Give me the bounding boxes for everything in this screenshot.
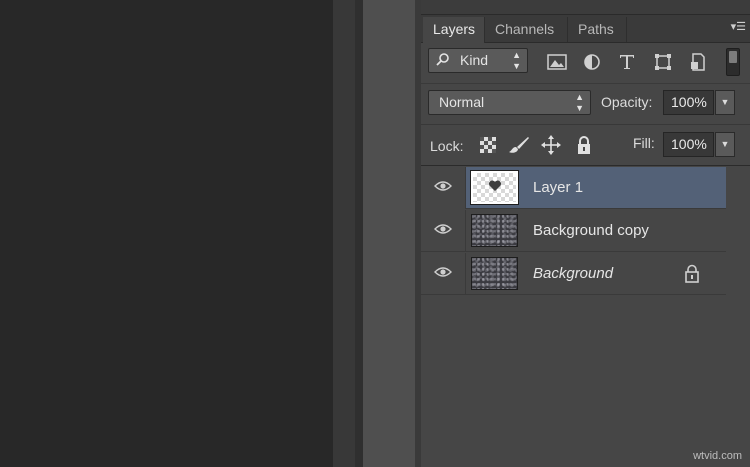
layer-name[interactable]: Background xyxy=(533,265,613,282)
eye-icon xyxy=(434,265,452,283)
watermark: wtvid.com xyxy=(693,450,742,462)
opacity-label: Opacity: xyxy=(601,94,653,110)
opacity-dropdown-button[interactable]: ▼ xyxy=(715,90,735,115)
layer-thumbnail[interactable] xyxy=(471,214,518,247)
fill-input[interactable]: 100% xyxy=(663,132,714,157)
lock-position-icon[interactable] xyxy=(540,134,562,156)
collapsed-panel-dock[interactable] xyxy=(363,0,415,467)
panel-divider xyxy=(333,0,355,467)
layer-row[interactable]: Background xyxy=(421,253,726,295)
image-filter-icon[interactable] xyxy=(546,51,568,73)
layer-name[interactable]: Layer 1 xyxy=(533,179,583,196)
chevron-down-icon: ▼ xyxy=(720,97,730,107)
lock-icon xyxy=(684,264,702,284)
eye-icon xyxy=(434,179,452,197)
panel-divider xyxy=(355,0,363,467)
lock-fill-bar: Lock: Fill: 100% ▼ xyxy=(421,125,750,166)
layer-thumbnail[interactable] xyxy=(471,257,518,290)
filter-kind-label: Kind xyxy=(460,52,489,68)
chevron-down-icon: ▼ xyxy=(720,139,730,149)
panel-header-strip[interactable] xyxy=(421,0,750,15)
blend-mode-value: Normal xyxy=(439,94,485,110)
lock-all-icon[interactable] xyxy=(573,134,595,156)
layer-row[interactable]: Layer 1 xyxy=(421,167,726,209)
panel-menu-icon[interactable]: ▾☰ xyxy=(728,20,746,34)
visibility-toggle[interactable] xyxy=(421,253,466,295)
layer-name[interactable]: Background copy xyxy=(533,222,649,239)
layers-scroll-gutter[interactable] xyxy=(726,166,750,467)
tab-layers[interactable]: Layers xyxy=(423,17,485,43)
chevron-updown-icon: ▲ ▼ xyxy=(512,50,521,71)
filter-kind-select[interactable]: Kind ▲ ▼ xyxy=(428,48,528,73)
lock-image-pixels-icon[interactable] xyxy=(508,134,530,156)
eye-icon xyxy=(434,222,452,240)
lock-transparent-pixels-icon[interactable] xyxy=(477,134,499,156)
search-icon xyxy=(436,49,450,78)
layers-panel: Layers Channels Paths ▾☰ Kind ▲ ▼ Normal… xyxy=(421,0,750,467)
blend-opacity-bar: Normal ▲ ▼ Opacity: 100% ▼ xyxy=(421,84,750,125)
layer-filter-bar: Kind ▲ ▼ xyxy=(421,43,750,84)
panel-tab-bar: Layers Channels Paths ▾☰ xyxy=(421,15,750,43)
fill-label: Fill: xyxy=(633,135,655,151)
visibility-toggle[interactable] xyxy=(421,167,466,209)
chevron-updown-icon: ▲ ▼ xyxy=(575,92,584,113)
opacity-input[interactable]: 100% xyxy=(663,90,714,115)
blend-mode-select[interactable]: Normal ▲ ▼ xyxy=(428,90,591,115)
heart-icon xyxy=(488,179,502,197)
layer-row[interactable]: Background copy xyxy=(421,210,726,252)
fill-dropdown-button[interactable]: ▼ xyxy=(715,132,735,157)
shape-filter-icon[interactable] xyxy=(652,51,674,73)
tab-paths[interactable]: Paths xyxy=(568,17,627,42)
type-filter-icon[interactable] xyxy=(616,51,638,73)
adjustment-filter-icon[interactable] xyxy=(581,51,603,73)
visibility-toggle[interactable] xyxy=(421,210,466,252)
layer-thumbnail[interactable] xyxy=(470,170,519,205)
tab-channels[interactable]: Channels xyxy=(485,17,568,42)
document-canvas-area[interactable] xyxy=(0,0,333,467)
lock-label: Lock: xyxy=(430,138,464,154)
filter-toggle-switch[interactable] xyxy=(726,48,740,76)
smart-object-filter-icon[interactable] xyxy=(687,51,709,73)
